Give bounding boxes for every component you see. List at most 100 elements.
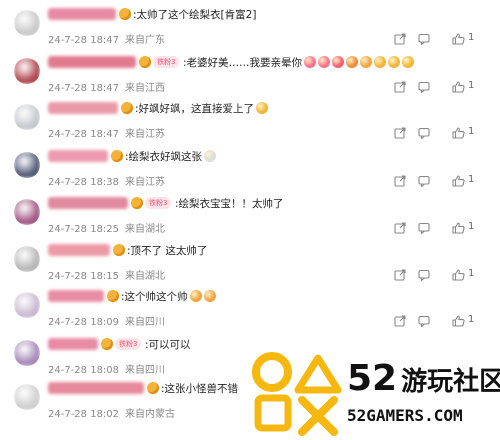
username-blurred[interactable]	[48, 56, 136, 68]
username-blurred[interactable]	[48, 244, 110, 256]
fan-badge-icon	[121, 102, 133, 114]
reply-icon[interactable]	[418, 33, 430, 45]
share-icon[interactable]	[394, 81, 406, 93]
emoji-icon	[360, 56, 373, 68]
comment-actions: 1	[390, 126, 490, 139]
emoji-icon	[256, 102, 269, 114]
emoji-icon	[204, 150, 217, 162]
like-icon[interactable]	[452, 175, 465, 187]
comment-body: :太帅了这个绘梨衣[肯富2]	[133, 9, 257, 21]
avatar[interactable]	[14, 384, 40, 410]
share-icon[interactable]	[394, 315, 406, 327]
comment-text: :这个帅这个帅	[121, 289, 216, 304]
comment-actions: 1	[390, 268, 490, 281]
comment-text: :好飒好飒，这直接爱上了	[135, 101, 269, 116]
comment-location: 来自江西	[125, 83, 166, 94]
comment-meta: 24-7-28 18:47 来自广东	[48, 31, 165, 46]
username-blurred[interactable]	[48, 290, 104, 302]
reply-icon[interactable]	[418, 222, 430, 234]
username-blurred[interactable]	[48, 8, 116, 20]
fan-badge-icon	[111, 150, 123, 162]
like-icon[interactable]	[452, 269, 465, 281]
comment-body: :这个帅这个帅	[121, 291, 188, 303]
avatar[interactable]	[14, 10, 40, 36]
comment-date: 24-7-28 18:25	[48, 224, 120, 235]
like-icon[interactable]	[452, 315, 465, 327]
like-count: 1	[468, 268, 475, 279]
comment-body: :绘梨衣好飒这张	[125, 151, 203, 163]
emoji-icon	[388, 56, 401, 68]
avatar[interactable]	[14, 104, 40, 130]
avatar[interactable]	[14, 340, 40, 366]
comment-date: 24-7-28 18:15	[48, 271, 120, 282]
fan-badge-icon	[101, 338, 113, 350]
comment-location: 来自四川	[125, 365, 166, 376]
reply-icon[interactable]	[418, 81, 430, 93]
watermark-title: 52 游玩社区	[347, 358, 500, 399]
comment-meta: 24-7-28 18:08 来自四川	[48, 361, 165, 376]
avatar[interactable]	[14, 246, 40, 272]
username-blurred[interactable]	[48, 150, 108, 162]
comment-actions: 1	[390, 32, 490, 45]
comment-location: 来自四川	[125, 317, 166, 328]
comment-location: 来自湖北	[125, 271, 166, 282]
watermark-url: 52GAMERS.COM	[347, 406, 463, 425]
comment-location: 来自湖北	[125, 224, 166, 235]
like-icon[interactable]	[452, 127, 465, 139]
comment-meta: 24-7-28 18:09 来自四川	[48, 313, 165, 328]
comment-text: :顶不了 这太帅了	[127, 243, 207, 258]
username-blurred[interactable]	[48, 338, 98, 350]
comment-location: 来自内蒙古	[125, 409, 176, 420]
comment-date: 24-7-28 18:38	[48, 177, 120, 188]
like-icon[interactable]	[452, 33, 465, 45]
avatar[interactable]	[14, 292, 40, 318]
avatar[interactable]	[14, 58, 40, 84]
comment-text: :老婆好美……我要亲晕你	[183, 55, 415, 70]
comment-text: :太帅了这个绘梨衣[肯富2]	[133, 7, 256, 22]
comment-body: :好飒好飒，这直接爱上了	[135, 103, 255, 115]
comment-text: :绘梨衣好飒这张	[125, 149, 217, 164]
gamers-logo-icon	[252, 352, 342, 436]
emoji-icon	[332, 56, 345, 68]
comment-date: 24-7-28 18:47	[48, 83, 120, 94]
username-blurred[interactable]	[48, 197, 128, 209]
comment-location: 来自江苏	[125, 129, 166, 140]
reply-icon[interactable]	[418, 127, 430, 139]
avatar[interactable]	[14, 152, 40, 178]
comment-meta: 24-7-28 18:47 来自江苏	[48, 125, 165, 140]
comment-text: :这张小怪兽不错	[161, 381, 238, 396]
reply-icon[interactable]	[418, 175, 430, 187]
fan-badge-icon	[131, 197, 143, 209]
avatar[interactable]	[14, 199, 40, 225]
comment-meta: 24-7-28 18:47 来自江西	[48, 79, 165, 94]
emoji-icon	[402, 56, 415, 68]
comment-actions: 1	[390, 80, 490, 93]
comment-meta: 24-7-28 18:15 来自湖北	[48, 267, 165, 282]
fan-badge-icon	[113, 244, 125, 256]
share-icon[interactable]	[394, 222, 406, 234]
like-icon[interactable]	[452, 222, 465, 234]
fan-badge-icon	[119, 8, 131, 20]
emoji-icon	[374, 56, 387, 68]
like-count: 1	[468, 126, 475, 137]
share-icon[interactable]	[394, 33, 406, 45]
comment-text: :绘梨衣宝宝！！太帅了	[175, 196, 284, 211]
like-count: 1	[468, 32, 475, 43]
emoji-icon	[304, 56, 317, 68]
comment-location: 来自江苏	[125, 177, 166, 188]
comment-text: :可以可以	[145, 337, 191, 352]
like-count: 1	[468, 80, 475, 91]
like-icon[interactable]	[452, 81, 465, 93]
reply-icon[interactable]	[418, 269, 430, 281]
reply-icon[interactable]	[418, 315, 430, 327]
share-icon[interactable]	[394, 175, 406, 187]
username-blurred[interactable]	[48, 382, 144, 394]
username-blurred[interactable]	[48, 102, 118, 114]
comment-body: :这张小怪兽不错	[161, 383, 239, 395]
share-icon[interactable]	[394, 127, 406, 139]
comment-actions: 1	[390, 314, 490, 327]
comment-date: 24-7-28 18:47	[48, 129, 120, 140]
comment-body: :绘梨衣宝宝！！太帅了	[175, 198, 284, 210]
fan-badge-icon	[107, 290, 119, 302]
share-icon[interactable]	[394, 269, 406, 281]
